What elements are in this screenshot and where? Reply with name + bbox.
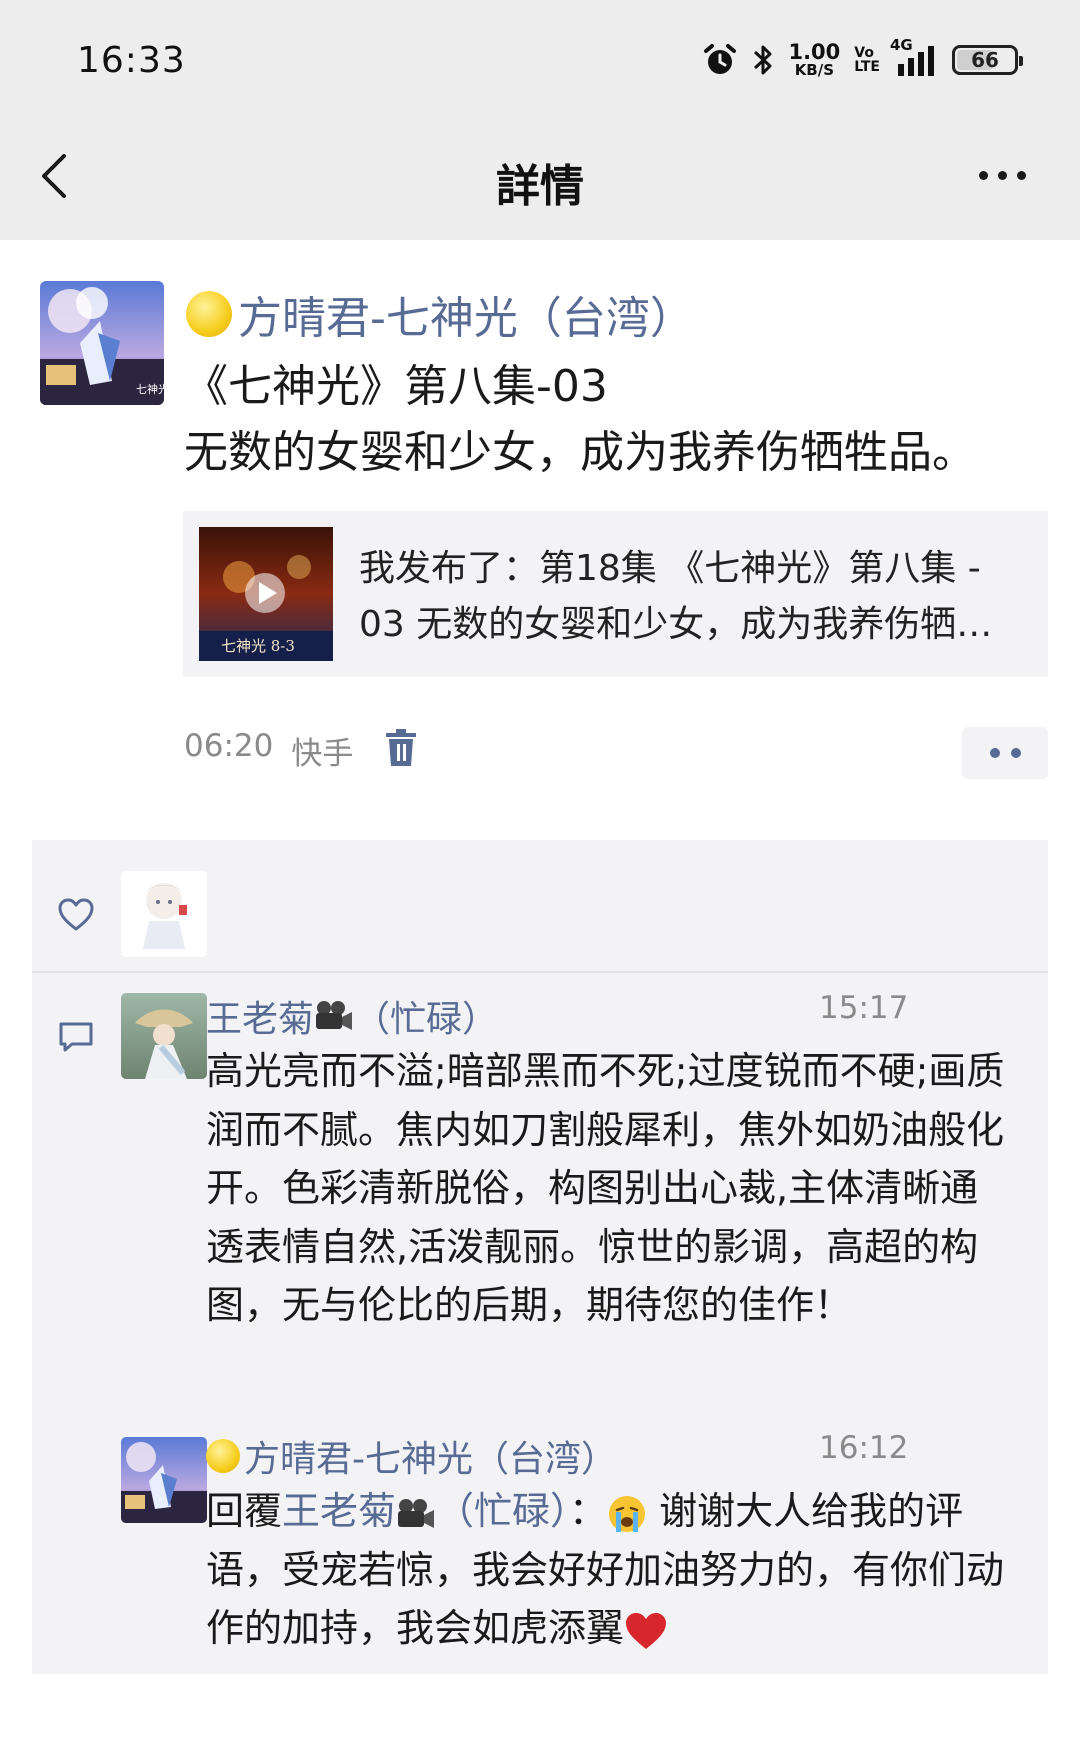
post-time: 06:20 xyxy=(184,728,274,764)
comment-time: 15:17 xyxy=(819,990,909,1026)
reply-to-name[interactable]: 王老菊 （忙碌） xyxy=(282,1489,569,1533)
interaction-panel: 王老菊 （忙碌） 15:17 高光亮而不溢;暗部黑而不死;过度锐而不硬;画质润而… xyxy=(32,840,1048,1674)
more-dot-icon xyxy=(1016,170,1026,180)
net-speed: 1.00 KB/S xyxy=(788,40,841,79)
post-text: 《七神光》第八集-03 无数的女婴和少女，成为我养伤牺牲品。 xyxy=(184,361,976,478)
delete-button[interactable] xyxy=(384,728,418,768)
video-camera-icon xyxy=(398,1498,435,1528)
divider xyxy=(32,971,1048,973)
likes-row xyxy=(32,840,1048,970)
svg-text:七神光: 七神光 xyxy=(136,382,164,396)
post-meta: 06:20 快手 xyxy=(184,728,353,773)
heart-outline-icon xyxy=(58,898,94,932)
liker-avatar[interactable] xyxy=(121,871,207,957)
comment-bubble-icon xyxy=(58,1020,94,1054)
post-source: 快手 xyxy=(291,736,354,772)
page-title: 詳情 xyxy=(496,161,584,212)
video-camera-icon xyxy=(316,1001,353,1030)
status-icons: 1.00 KB/S Vo LTE 4G 66 xyxy=(702,36,1023,82)
comment-text: 高光亮而不溢;暗部黑而不死;过度锐而不硬;画质润而不腻。焦内如刀割般犀利，焦外如… xyxy=(206,1049,1005,1327)
red-heart-icon xyxy=(626,1612,667,1649)
signal-icon: 4G xyxy=(890,36,938,78)
commenter-name[interactable]: 王老菊 （忙碌） xyxy=(206,990,498,1042)
alarm-icon xyxy=(702,42,738,78)
crying-face-icon xyxy=(609,1495,646,1532)
battery-indicator: 66 xyxy=(952,45,1023,75)
commenter-avatar[interactable] xyxy=(121,993,207,1079)
more-dot-icon xyxy=(997,170,1007,180)
reply-prefix: 回覆 xyxy=(206,1489,283,1533)
shared-link-card[interactable]: 七神光 8-3 我发布了：第18集 《七神光》第八集 - 03 无数的女婴和少女… xyxy=(183,511,1048,677)
thumb-caption: 七神光 8-3 xyxy=(221,637,295,655)
status-time: 16:33 xyxy=(77,40,186,81)
trash-icon xyxy=(386,729,416,766)
replier-avatar[interactable] xyxy=(121,1437,207,1523)
volte-indicator: Vo LTE xyxy=(854,45,880,75)
more-options-button[interactable] xyxy=(972,160,1032,190)
bluetooth-icon xyxy=(752,42,774,78)
more-dot-icon xyxy=(978,170,988,180)
replier-name[interactable]: 方晴君-七神光（台湾） xyxy=(206,1430,617,1482)
video-thumbnail: 七神光 8-3 xyxy=(199,527,333,661)
reply-text: 回覆王老菊 （忙碌）： 谢谢大人给我的评语，受宠若惊，我会好好加油努力的，有你们动… xyxy=(206,1489,1005,1650)
like-comment-menu-button[interactable] xyxy=(962,727,1048,779)
menu-dot-icon xyxy=(989,748,1000,758)
reply-time: 16:12 xyxy=(819,1430,909,1466)
author-avatar[interactable]: 七神光 xyxy=(40,281,164,405)
sun-emoji-icon xyxy=(186,291,232,337)
top-bar: 16:33 1.00 KB/S Vo LTE 4G 66 詳情 xyxy=(0,0,1080,240)
author-name[interactable]: 方晴君-七神光（台湾） xyxy=(186,282,694,346)
menu-dot-icon xyxy=(1010,748,1021,758)
link-card-text: 我发布了：第18集 《七神光》第八集 - 03 无数的女婴和少女，成为我养伤牺牲… xyxy=(359,548,993,645)
sun-emoji-icon xyxy=(206,1439,240,1473)
